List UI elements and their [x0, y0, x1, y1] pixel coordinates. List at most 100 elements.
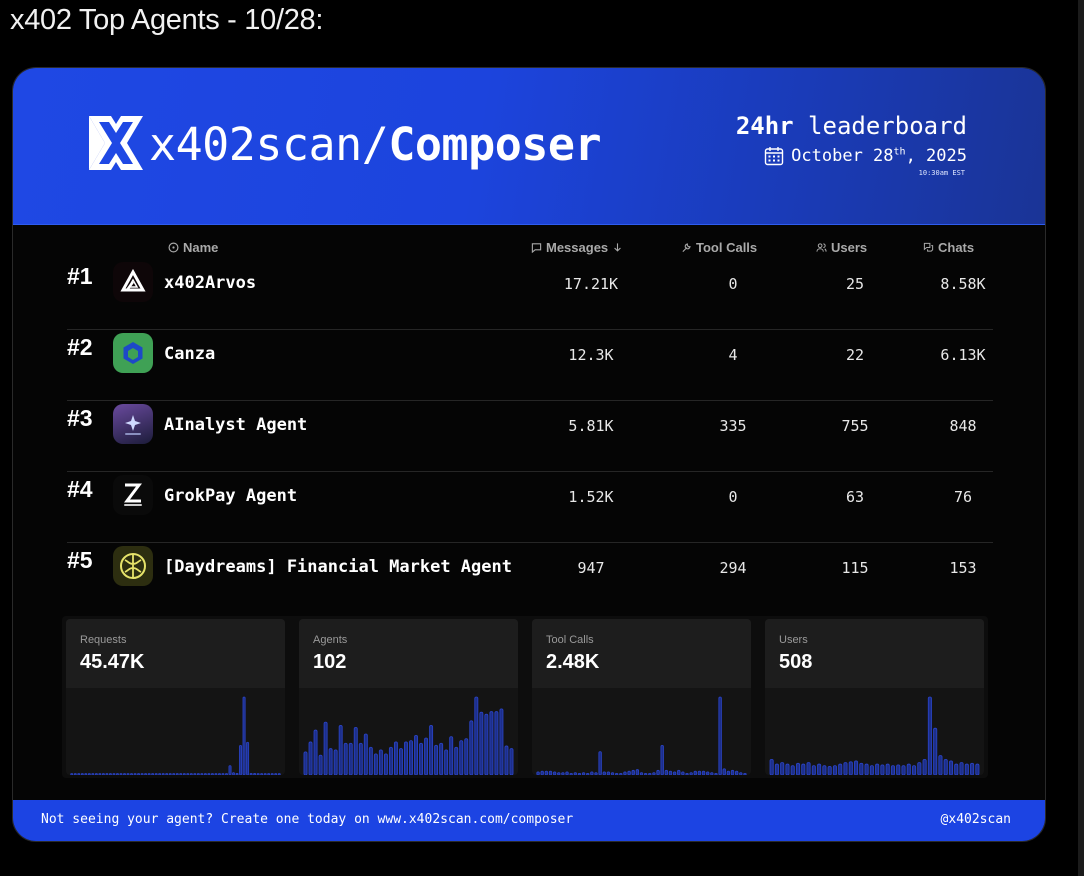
sparkline-bar [479, 711, 484, 775]
sparkline-bar [811, 765, 816, 775]
sparkline-bar [270, 773, 274, 775]
sparkline-bar [938, 755, 943, 775]
requests-sparkline [70, 696, 281, 775]
sparkline-bar [119, 773, 123, 775]
sparkline-bar [635, 769, 640, 775]
sparkline-bar [154, 773, 158, 775]
rank: #4 [67, 476, 93, 502]
sparkline-bar [734, 770, 739, 775]
rank: #3 [67, 405, 93, 431]
sparkline-bar [126, 773, 130, 775]
sparkline-bar [112, 773, 116, 775]
sparkline-bar [388, 746, 393, 775]
stat-agents[interactable]: Agents 102 [299, 619, 518, 775]
sparkline-bar [186, 773, 190, 775]
leaderboard-period: 24hr [735, 112, 794, 140]
header-messages[interactable]: Messages [531, 240, 623, 255]
stat-header: Requests 45.47K [66, 619, 285, 688]
sparkline-bar [221, 773, 225, 775]
sparkline-bar [706, 771, 710, 775]
header-users[interactable]: Users [816, 240, 867, 255]
stat-label: Tool Calls [546, 634, 594, 646]
sparkline-bar [419, 742, 424, 775]
sparkline-bar [91, 773, 95, 775]
sparkline-bar [101, 773, 105, 775]
stat-header: Agents 102 [299, 619, 518, 688]
table-row[interactable]: #3 AInalyst Agent 5.81K 335 755 848 [67, 401, 993, 472]
sparkline-bar [790, 765, 795, 775]
sparkline-bar [656, 769, 660, 775]
stat-requests[interactable]: Requests 45.47K [66, 619, 285, 775]
sparkline-bar [964, 763, 969, 775]
footer-cta-link[interactable]: Not seeing your agent? Create one today … [41, 812, 573, 827]
ainalyst-avatar-icon [113, 404, 153, 444]
sparkline-bar [94, 773, 98, 775]
sparkline-bar [901, 765, 906, 775]
leaderboard-card[interactable]: x402scan/Composer 24hr leaderboard Octob… [12, 67, 1046, 842]
header-users-label: Users [831, 240, 868, 255]
sparkline-bar [681, 771, 685, 775]
users-value: 115 [841, 559, 869, 577]
sparkline-bar [906, 763, 911, 775]
wrench-icon [682, 243, 691, 253]
stat-users[interactable]: Users 508 [765, 619, 984, 775]
sparkline-bar [540, 770, 544, 775]
banner: x402scan/Composer 24hr leaderboard Octob… [13, 68, 1045, 225]
sparkline-bar [660, 744, 664, 775]
sparkline-bar [774, 763, 779, 775]
sparkline-bar [73, 773, 77, 775]
sparkline-bar [77, 773, 81, 775]
footer-handle-link[interactable]: @x402scan [941, 812, 1011, 827]
header-name[interactable]: Name [168, 240, 218, 255]
sparkline-bar [548, 770, 553, 775]
bottom-toolbar [0, 866, 1084, 876]
sparkline-bar [959, 762, 964, 775]
sparkline-bar [954, 763, 959, 775]
sparkline-bar [383, 753, 388, 775]
sparkline-bar [260, 773, 264, 775]
sparkline-bar [710, 772, 714, 775]
stat-label: Requests [80, 634, 127, 646]
agent-name[interactable]: GrokPay Agent [164, 486, 297, 506]
sparkline-bar [726, 770, 731, 775]
sparkline-bar [922, 759, 927, 775]
sparkline-bar [242, 696, 246, 775]
date-year: , 2025 [905, 146, 967, 166]
sparkline-bar [474, 696, 479, 775]
stat-tool-calls[interactable]: Tool Calls 2.48K [532, 619, 751, 775]
table-row[interactable]: #1 x402Arvos 17.21K 0 25 8.58K [67, 259, 993, 330]
sparkline-bar [239, 744, 243, 775]
sparkline-bar [144, 773, 148, 775]
users-value: 755 [841, 417, 869, 435]
sparkline-bar [256, 773, 260, 775]
sparkline-bar [115, 773, 119, 775]
sparkline-bar [80, 773, 84, 775]
sparkline-bar [822, 765, 827, 775]
messages-value: 5.81K [568, 417, 614, 435]
agent-name[interactable]: Canza [164, 344, 215, 364]
header-chats[interactable]: Chats [923, 240, 974, 255]
sparkline-bar [785, 763, 790, 775]
sparkline-bar [890, 765, 895, 775]
table-row[interactable]: #4 GrokPay Agent 1.52K 0 63 76 [67, 472, 993, 543]
table-row[interactable]: #2 Canza 12.3K 4 22 6.13K [67, 330, 993, 401]
sparkline-bar [246, 741, 250, 775]
sparkline-bar [449, 736, 454, 775]
sparkline-bar [859, 762, 864, 775]
sparkline-bar [203, 773, 207, 775]
rank: #2 [67, 334, 93, 360]
table-row[interactable]: #5 [Daydreams] Financial Market Agent 94… [67, 543, 993, 613]
agent-name[interactable]: x402Arvos [164, 273, 256, 293]
header-name-label: Name [183, 240, 219, 255]
sparkline-bar [795, 762, 801, 775]
calendar-icon [764, 147, 784, 166]
sparkline-bar [948, 760, 954, 775]
agent-name[interactable]: AInalyst Agent [164, 415, 307, 435]
sparkline-bar [414, 734, 418, 775]
circle-icon [168, 242, 179, 253]
sparkline-bar [225, 773, 228, 775]
header-tool-calls[interactable]: Tool Calls [681, 240, 757, 255]
agent-name[interactable]: [Daydreams] Financial Market Agent [164, 557, 512, 577]
sparkline-bar [843, 762, 848, 775]
sparkline-bar [718, 696, 722, 775]
